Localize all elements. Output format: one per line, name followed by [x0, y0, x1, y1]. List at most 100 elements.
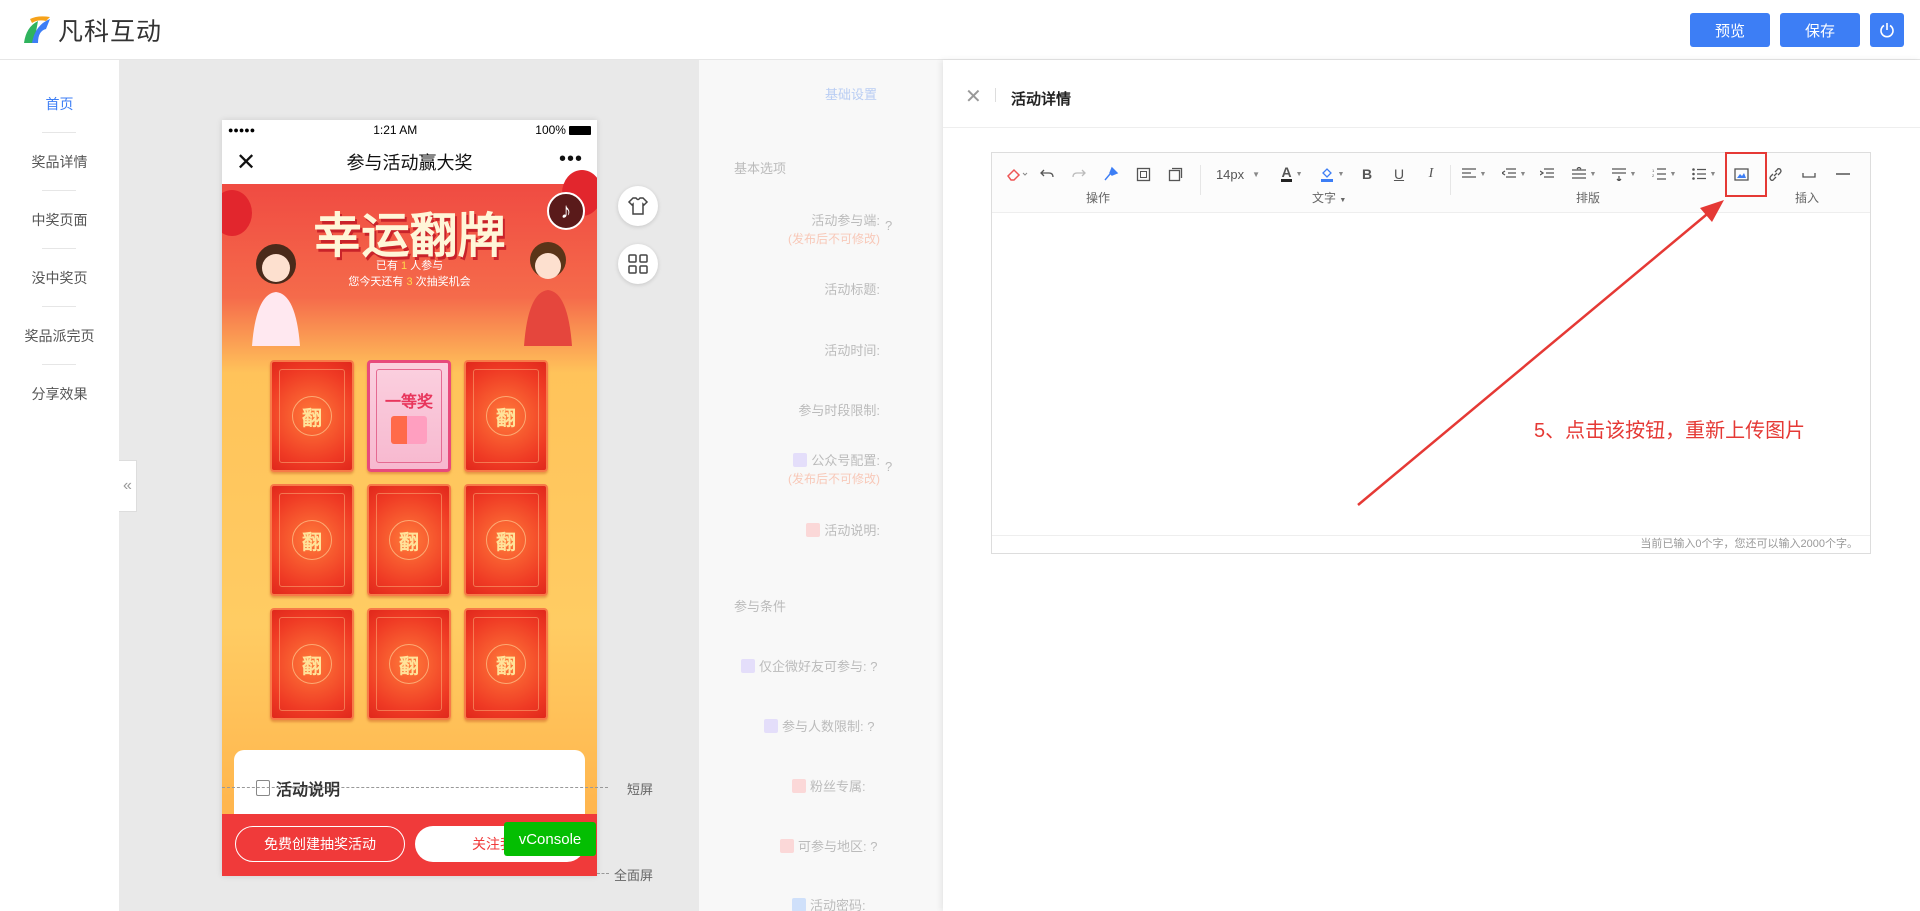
tab-basic-settings[interactable]: 基础设置: [825, 84, 877, 103]
fullscreen-icon: [1136, 167, 1150, 181]
font-size-select[interactable]: 14px ▼: [1210, 163, 1266, 185]
insert-space-button[interactable]: [1798, 163, 1820, 185]
toolbar-group-text: 文字 ▼: [1312, 191, 1347, 205]
fans-icon: [792, 779, 806, 793]
format-painter-button[interactable]: [1100, 163, 1122, 185]
logo-mark-icon: [24, 16, 50, 43]
undo-button[interactable]: [1036, 163, 1058, 185]
indent-button[interactable]: [1536, 163, 1558, 185]
char-counter: 当前已输入0个字，您还可以输入2000个字。: [992, 535, 1870, 553]
brush-icon: [1104, 166, 1119, 181]
more-icon[interactable]: •••: [559, 148, 583, 171]
banner-title: 幸运翻牌: [313, 208, 506, 264]
field-label-time-limit: 参与时段限制:: [798, 403, 880, 418]
background-color-button[interactable]: ▼: [1314, 163, 1350, 185]
flip-card[interactable]: 翻: [270, 484, 354, 596]
shirt-icon: [627, 197, 649, 215]
chevron-down-icon: ▼: [1589, 170, 1597, 178]
nav-item-win-page[interactable]: 中奖页面: [0, 210, 119, 230]
save-button[interactable]: 保存: [1780, 13, 1860, 47]
template-icon: [1168, 167, 1182, 181]
layout-tool[interactable]: [618, 244, 658, 284]
logo[interactable]: 凡科互动: [20, 12, 162, 48]
flip-card[interactable]: 翻: [464, 360, 548, 472]
field-label-wecom-only: 仅企微好友可参与: ?: [741, 656, 877, 675]
flip-card-prize[interactable]: 一等奖: [367, 360, 451, 472]
nav-item-share[interactable]: 分享效果: [0, 384, 119, 404]
italic-button[interactable]: I: [1420, 163, 1442, 185]
chevron-down-icon: ▼: [1709, 170, 1717, 178]
redo-button[interactable]: [1068, 163, 1090, 185]
flip-card-game: 幸运翻牌 已有 1 人参与 您今天还有 3 次抽奖机会 ♪ 翻 一等奖 翻 翻 …: [222, 170, 597, 814]
field-label-fans-only: 粉丝专属:: [792, 776, 866, 795]
music-toggle[interactable]: ♪: [547, 192, 585, 230]
chevron-down-icon: ▼: [1519, 170, 1527, 178]
create-activity-button[interactable]: 免费创建抽奖活动: [235, 826, 405, 862]
field-label-participant-limit: 参与人数限制: ?: [764, 716, 874, 735]
close-drawer-icon[interactable]: ✕: [965, 84, 982, 109]
toolbar-divider: [1450, 165, 1451, 195]
font-color-icon: A: [1281, 164, 1292, 182]
editor-content-area[interactable]: [992, 214, 1870, 534]
line-height-button[interactable]: ▼: [1566, 163, 1602, 185]
toolbar-divider: [1200, 165, 1201, 195]
flip-card[interactable]: 翻: [464, 484, 548, 596]
nav-item-home[interactable]: 首页: [0, 94, 119, 114]
close-icon[interactable]: ✕: [236, 148, 256, 177]
field-label-title: 活动标题:: [824, 282, 880, 297]
participants-line: 已有 1 人参与: [375, 260, 444, 272]
ordered-list-button[interactable]: 1 2 ▼: [1646, 163, 1682, 185]
chevron-down-icon: ▼: [1339, 197, 1347, 204]
description-icon: [806, 523, 821, 537]
indent-icon: [1540, 168, 1554, 178]
left-nav: 首页 奖品详情 中奖页面 没中奖页 奖品派完页 分享效果: [0, 60, 119, 911]
fullscreen-button[interactable]: [1132, 163, 1154, 185]
field-label-channel: 活动参与端:: [811, 213, 880, 228]
image-button-highlight: [1725, 152, 1767, 197]
insert-divider-button[interactable]: [1832, 163, 1854, 185]
undo-icon: [1040, 169, 1054, 178]
lock-icon: [792, 898, 806, 911]
field-label-description: 活动说明:: [730, 520, 880, 539]
section-conditions: 参与条件: [734, 599, 787, 614]
underline-button[interactable]: U: [1388, 163, 1410, 185]
flip-card[interactable]: 翻: [367, 608, 451, 720]
nav-item-prize-empty-page[interactable]: 奖品派完页: [0, 326, 119, 346]
eraser-icon: [1007, 168, 1028, 181]
redo-icon: [1072, 169, 1086, 178]
flip-card[interactable]: 翻: [270, 608, 354, 720]
preview-button[interactable]: 预览: [1690, 13, 1770, 47]
toolbar-group-ops: 操作: [1086, 191, 1111, 205]
nav-item-lose-page[interactable]: 没中奖页: [0, 268, 119, 288]
brand-name: 凡科互动: [58, 17, 163, 46]
flip-card[interactable]: 翻: [464, 608, 548, 720]
insert-link-button[interactable]: [1764, 163, 1786, 185]
girl-illustration: [252, 244, 300, 346]
power-button[interactable]: [1870, 13, 1904, 47]
theme-tool[interactable]: [618, 186, 658, 226]
template-button[interactable]: [1164, 163, 1186, 185]
phone-status-bar: ●●●●● 1:21 AM 100%: [222, 120, 597, 140]
nav-item-prize-detail[interactable]: 奖品详情: [0, 152, 119, 172]
font-color-button[interactable]: A ▼: [1274, 163, 1310, 185]
chevron-down-icon: ▼: [1252, 169, 1261, 179]
align-button[interactable]: ▼: [1456, 163, 1492, 185]
eraser-button[interactable]: [1002, 163, 1032, 185]
chevron-down-icon: ▼: [1295, 170, 1303, 178]
vconsole-button[interactable]: vConsole: [504, 822, 596, 856]
paragraph-spacing-icon: [1611, 168, 1626, 181]
unordered-list-button[interactable]: ▼: [1686, 163, 1722, 185]
battery-icon: [568, 125, 591, 135]
bold-button[interactable]: B: [1356, 163, 1378, 185]
short-screen-guide: [222, 787, 608, 788]
prize-label: 一等奖: [384, 394, 433, 411]
gift-icon: [391, 416, 427, 444]
paragraph-spacing-button[interactable]: ▼: [1606, 163, 1642, 185]
flip-card[interactable]: 翻: [367, 484, 451, 596]
section-basic-options: 基本选项: [734, 161, 787, 176]
battery-indicator: 100%: [535, 123, 591, 137]
flip-card[interactable]: 翻: [270, 360, 354, 472]
collapse-nav-handle[interactable]: «: [119, 460, 137, 512]
lantern-decoration: [222, 190, 252, 236]
outdent-button[interactable]: ▼: [1496, 163, 1532, 185]
